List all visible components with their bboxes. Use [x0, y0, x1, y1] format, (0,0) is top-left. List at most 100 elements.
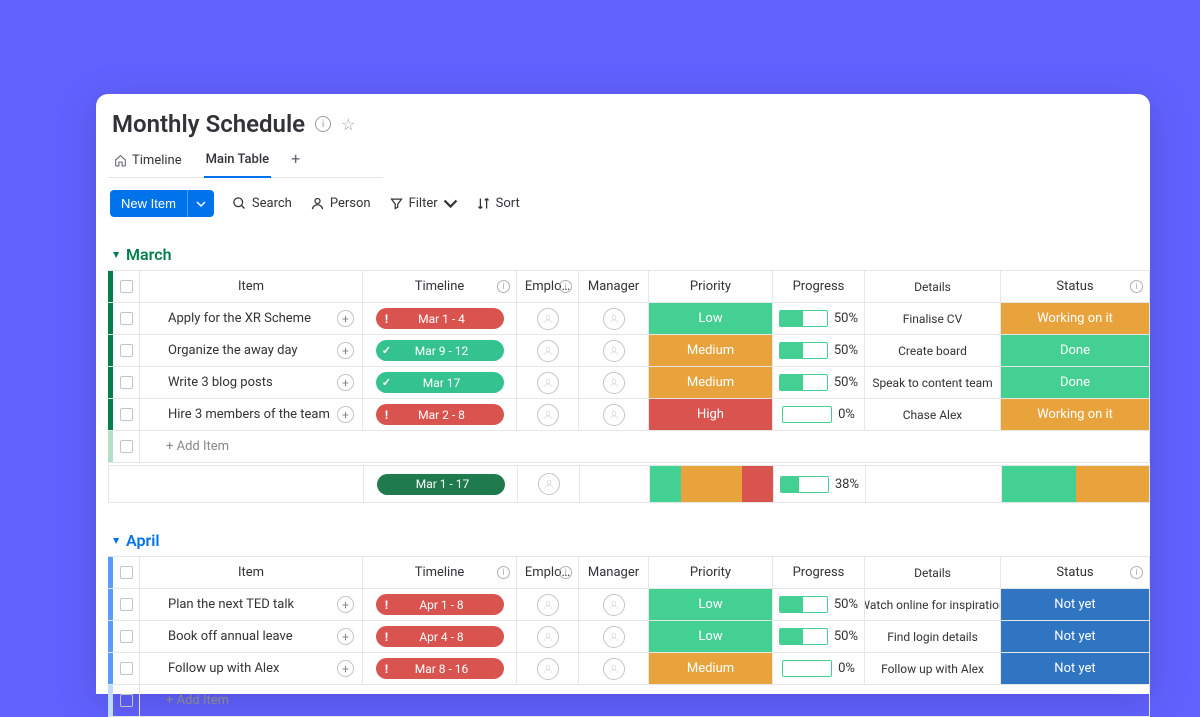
item-cell[interactable]: Hire 3 members of the team+ [139, 399, 362, 430]
table-row[interactable]: Organize the away day+ ✓Mar 9 - 12 Mediu… [108, 335, 1149, 367]
row-checkbox[interactable] [113, 399, 139, 430]
item-cell[interactable]: Write 3 blog posts+ [139, 367, 362, 398]
employee-cell[interactable] [516, 303, 578, 334]
add-item-row[interactable]: + Add Item [108, 431, 1149, 463]
avatar-icon[interactable] [603, 658, 625, 680]
employee-cell[interactable] [516, 399, 578, 430]
avatar-icon[interactable] [603, 308, 625, 330]
employee-cell[interactable] [516, 621, 578, 652]
add-subitem-icon[interactable]: + [337, 596, 354, 613]
col-priority[interactable]: Priority [648, 271, 772, 302]
avatar-icon[interactable] [537, 658, 559, 680]
new-item-button[interactable]: New Item [110, 190, 187, 217]
avatar-icon[interactable] [603, 372, 625, 394]
avatar-icon[interactable] [537, 308, 559, 330]
info-icon[interactable]: i [559, 566, 572, 579]
avatar-icon[interactable] [603, 340, 625, 362]
timeline-cell[interactable]: !Apr 1 - 8 [362, 589, 516, 620]
select-all-checkbox[interactable] [113, 557, 139, 588]
sort-button[interactable]: Sort [476, 196, 520, 211]
star-icon[interactable]: ☆ [341, 115, 355, 134]
details-cell[interactable]: Find login details [864, 621, 1000, 652]
row-checkbox[interactable] [113, 367, 139, 398]
priority-cell[interactable]: Medium [648, 335, 772, 366]
row-checkbox[interactable] [113, 653, 139, 684]
col-timeline[interactable]: Timelinei [362, 557, 516, 588]
col-item[interactable]: Item [139, 557, 362, 588]
add-view-button[interactable]: + [291, 149, 300, 174]
row-checkbox[interactable] [113, 621, 139, 652]
status-cell[interactable]: Not yet [1000, 621, 1149, 652]
timeline-cell[interactable]: ✓Mar 9 - 12 [362, 335, 516, 366]
avatar-icon[interactable] [603, 404, 625, 426]
manager-cell[interactable] [578, 653, 648, 684]
group-header[interactable]: ▸April [108, 531, 1150, 550]
priority-cell[interactable]: Medium [648, 653, 772, 684]
timeline-cell[interactable]: !Mar 8 - 16 [362, 653, 516, 684]
details-cell[interactable]: Watch online for inspiration [864, 589, 1000, 620]
progress-cell[interactable]: 50% [772, 621, 864, 652]
details-cell[interactable]: Chase Alex [864, 399, 1000, 430]
info-icon[interactable]: i [497, 280, 510, 293]
select-all-checkbox[interactable] [113, 271, 139, 302]
employee-cell[interactable] [516, 335, 578, 366]
add-subitem-icon[interactable]: + [337, 310, 354, 327]
col-progress[interactable]: Progress [772, 271, 864, 302]
info-icon[interactable]: i [559, 280, 572, 293]
col-manager[interactable]: Manager [578, 557, 648, 588]
item-cell[interactable]: Organize the away day+ [139, 335, 362, 366]
row-checkbox[interactable] [113, 303, 139, 334]
manager-cell[interactable] [578, 335, 648, 366]
status-cell[interactable]: Done [1000, 367, 1149, 398]
add-subitem-icon[interactable]: + [337, 342, 354, 359]
col-status[interactable]: Statusi [1000, 271, 1149, 302]
table-row[interactable]: Plan the next TED talk+ !Apr 1 - 8 Low 5… [108, 589, 1149, 621]
avatar-icon[interactable] [537, 372, 559, 394]
progress-cell[interactable]: 50% [772, 367, 864, 398]
details-cell[interactable]: Speak to content team [864, 367, 1000, 398]
employee-cell[interactable] [516, 367, 578, 398]
item-cell[interactable]: Plan the next TED talk+ [139, 589, 362, 620]
avatar-icon[interactable] [537, 340, 559, 362]
row-checkbox[interactable] [113, 335, 139, 366]
progress-cell[interactable]: 0% [772, 653, 864, 684]
priority-cell[interactable]: High [648, 399, 772, 430]
progress-cell[interactable]: 50% [772, 335, 864, 366]
avatar-icon[interactable] [603, 594, 625, 616]
status-cell[interactable]: Working on it [1000, 303, 1149, 334]
item-cell[interactable]: Apply for the XR Scheme+ [139, 303, 362, 334]
manager-cell[interactable] [578, 399, 648, 430]
status-cell[interactable]: Not yet [1000, 589, 1149, 620]
manager-cell[interactable] [578, 621, 648, 652]
row-checkbox[interactable] [113, 685, 139, 716]
info-icon[interactable]: i [1130, 280, 1143, 293]
new-item-caret[interactable] [187, 190, 214, 217]
progress-cell[interactable]: 0% [772, 399, 864, 430]
group-header[interactable]: ▸March [108, 245, 1150, 264]
add-subitem-icon[interactable]: + [337, 660, 354, 677]
details-cell[interactable]: Follow up with Alex [864, 653, 1000, 684]
details-cell[interactable]: Create board [864, 335, 1000, 366]
table-row[interactable]: Write 3 blog posts+ ✓Mar 17 Medium 50% S… [108, 367, 1149, 399]
info-icon[interactable]: i [497, 566, 510, 579]
add-subitem-icon[interactable]: + [337, 628, 354, 645]
table-row[interactable]: Follow up with Alex+ !Mar 8 - 16 Medium … [108, 653, 1149, 685]
manager-cell[interactable] [578, 367, 648, 398]
row-checkbox[interactable] [113, 589, 139, 620]
manager-cell[interactable] [578, 303, 648, 334]
timeline-cell[interactable]: !Mar 1 - 4 [362, 303, 516, 334]
person-button[interactable]: Person [310, 196, 371, 211]
col-status[interactable]: Statusi [1000, 557, 1149, 588]
timeline-cell[interactable]: ✓Mar 17 [362, 367, 516, 398]
status-cell[interactable]: Done [1000, 335, 1149, 366]
col-priority[interactable]: Priority [648, 557, 772, 588]
priority-cell[interactable]: Medium [648, 367, 772, 398]
col-employee[interactable]: Emplo…i [516, 557, 578, 588]
avatar-icon[interactable] [537, 626, 559, 648]
col-item[interactable]: Item [139, 271, 362, 302]
priority-cell[interactable]: Low [648, 589, 772, 620]
priority-cell[interactable]: Low [648, 303, 772, 334]
details-cell[interactable]: Finalise CV [864, 303, 1000, 334]
employee-cell[interactable] [516, 589, 578, 620]
info-icon[interactable]: i [315, 116, 331, 132]
